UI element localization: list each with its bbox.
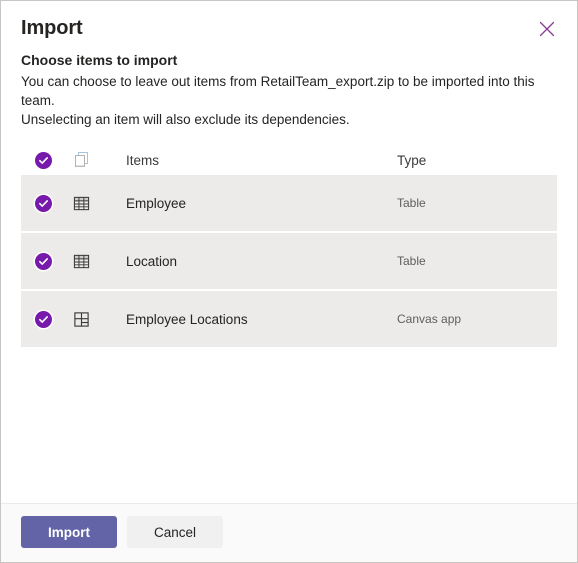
row-type-icon-cell (61, 195, 107, 212)
description-line-2: Unselecting an item will also exclude it… (21, 112, 350, 127)
table-grid-icon (73, 195, 90, 212)
row-item-name: Location (126, 253, 178, 269)
checkmark-circle-icon (38, 155, 49, 166)
table-grid-icon (73, 253, 90, 270)
close-button[interactable] (533, 15, 561, 43)
dialog-footer: Import Cancel (1, 503, 577, 562)
close-icon (539, 21, 555, 37)
row-item-name: Employee (126, 195, 187, 211)
row-item-name: Employee Locations (126, 311, 248, 327)
select-all-checkbox[interactable] (35, 151, 52, 169)
list-header-row: Items Type (21, 145, 557, 175)
row-item-type: Table (397, 196, 426, 210)
select-all-cell (21, 151, 61, 169)
table-row[interactable]: Employee Locations Canvas app (21, 291, 557, 347)
checkmark-circle-icon (38, 314, 49, 325)
items-list: Items Type Employee Table Location Table… (1, 145, 577, 503)
dialog-subtitle: Choose items to import (21, 52, 178, 68)
row-select-cell (21, 310, 61, 328)
row-checkbox[interactable] (35, 310, 52, 328)
import-dialog: Import Choose items to import You can ch… (0, 0, 578, 563)
cancel-button[interactable]: Cancel (127, 516, 223, 548)
row-item-type: Canvas app (397, 312, 462, 326)
dialog-description: You can choose to leave out items from R… (21, 72, 551, 129)
row-select-cell (21, 252, 61, 270)
table-row[interactable]: Location Table (21, 233, 557, 291)
header-file-icon-cell (61, 151, 107, 169)
row-item-type: Table (397, 254, 426, 268)
dialog-header: Import (1, 1, 577, 41)
table-row[interactable]: Employee Table (21, 175, 557, 233)
dialog-instructions: Choose items to import You can choose to… (1, 41, 577, 129)
checkmark-circle-icon (38, 256, 49, 267)
import-button[interactable]: Import (21, 516, 117, 548)
column-header-items: Items (126, 152, 160, 168)
description-line-1: You can choose to leave out items from R… (21, 74, 535, 108)
documents-stack-icon (73, 151, 91, 169)
canvas-app-icon (73, 311, 90, 328)
row-type-icon-cell (61, 311, 107, 328)
row-select-cell (21, 194, 61, 212)
page-title: Import (21, 17, 83, 39)
checkmark-circle-icon (38, 198, 49, 209)
row-checkbox[interactable] (35, 252, 52, 270)
row-type-icon-cell (61, 253, 107, 270)
row-checkbox[interactable] (35, 194, 52, 212)
column-header-type: Type (397, 152, 427, 168)
